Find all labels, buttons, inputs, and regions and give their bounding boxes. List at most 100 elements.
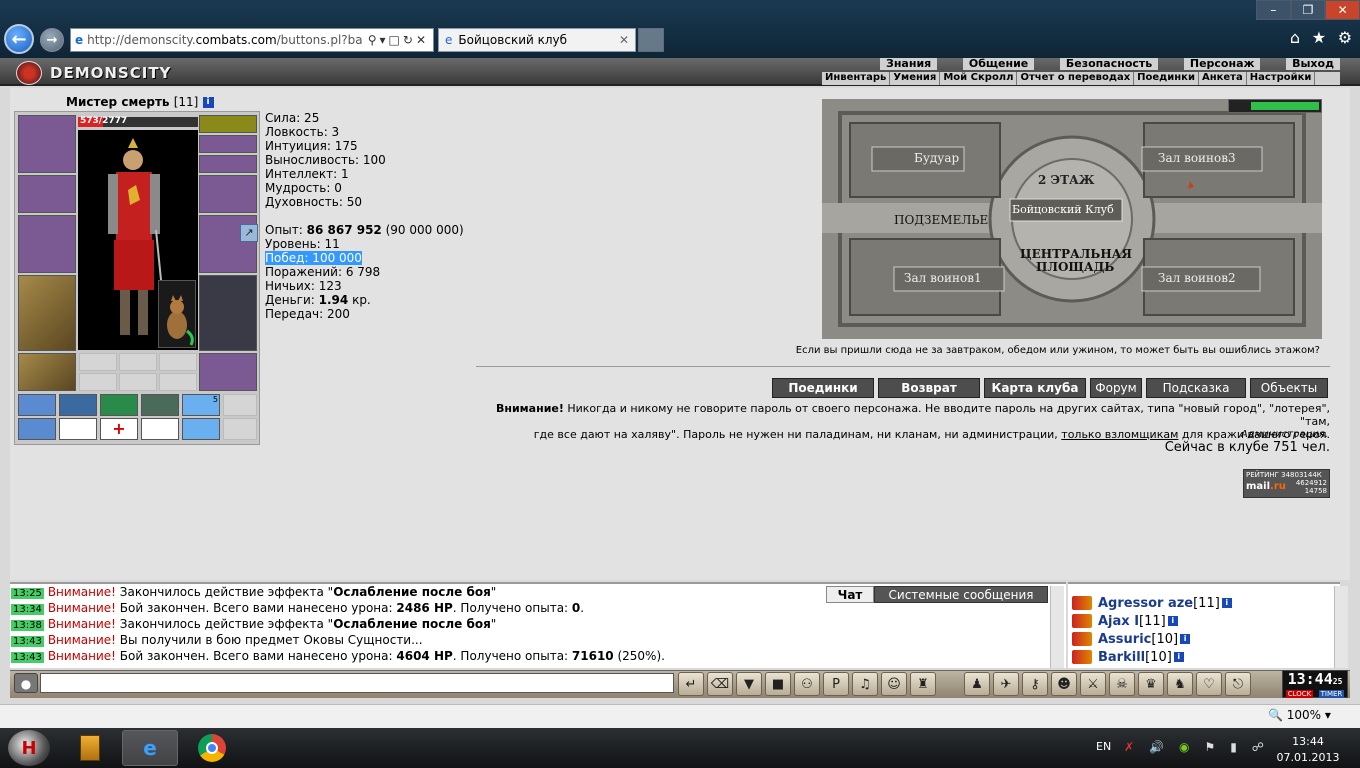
- trophy-icon[interactable]: ♛: [1138, 672, 1164, 696]
- scroll-slot[interactable]: [141, 418, 179, 440]
- menu-character[interactable]: Персонаж: [1183, 58, 1261, 70]
- address-bar[interactable]: e http://demonscity. combats.com/buttons.…: [70, 28, 434, 52]
- submenu-profile[interactable]: Анкета: [1199, 72, 1247, 85]
- list-item[interactable]: Ajax I [11] i: [1068, 612, 1340, 630]
- taskbar-chrome-icon[interactable]: [184, 730, 240, 766]
- menu-exit[interactable]: Выход: [1286, 58, 1340, 70]
- filter-icon[interactable]: ▼: [736, 672, 762, 696]
- map-room-warriors2[interactable]: Зал воинов2: [1158, 271, 1236, 285]
- duels-button[interactable]: Поединки: [772, 378, 874, 398]
- helmet-slot[interactable]: [18, 115, 76, 173]
- maximize-icon[interactable]: ❐: [1290, 0, 1326, 20]
- settings-gear-icon[interactable]: ⚙: [1338, 28, 1352, 50]
- map-dungeon[interactable]: ПОДЗЕМЕЛЬЕ: [894, 213, 988, 227]
- return-button[interactable]: Возврат: [878, 378, 980, 398]
- menu-security[interactable]: Безопасность: [1059, 58, 1159, 70]
- save-icon[interactable]: ■: [765, 672, 791, 696]
- chat-users-icon[interactable]: ♡: [1196, 672, 1222, 696]
- empty-slot[interactable]: [159, 353, 197, 371]
- scroll-slot[interactable]: [18, 394, 56, 416]
- submenu-skills[interactable]: Умения: [890, 72, 941, 85]
- earring-slot[interactable]: [199, 115, 257, 133]
- rings-slot[interactable]: [199, 155, 257, 173]
- close-window-icon[interactable]: ✕: [1325, 0, 1360, 20]
- map-room-budoir[interactable]: Будуар: [914, 151, 959, 165]
- forward-button[interactable]: →: [40, 28, 64, 52]
- signal-icon[interactable]: ▮: [1230, 740, 1237, 756]
- tab-system-messages[interactable]: Системные сообщения: [874, 586, 1048, 603]
- info-icon[interactable]: i: [1167, 616, 1178, 626]
- map-central-square-1[interactable]: ЦЕНТРАЛЬНАЯ: [1020, 247, 1132, 261]
- chat-time[interactable]: 13:38: [11, 620, 44, 631]
- info-icon[interactable]: i: [202, 97, 214, 108]
- chat-time[interactable]: 13:43: [11, 652, 44, 663]
- volume-icon[interactable]: 🔊: [1149, 740, 1164, 756]
- list-item[interactable]: Agressor aze [11] i: [1068, 594, 1340, 612]
- system-clock[interactable]: 13:44 07.01.2013: [1276, 734, 1340, 766]
- chat-scrollbar[interactable]: [1050, 586, 1064, 668]
- sound-icon[interactable]: ♫: [852, 672, 878, 696]
- scroll-slot[interactable]: [18, 418, 56, 440]
- tab-active[interactable]: e Бойцовский клуб ✕: [438, 28, 636, 52]
- forum-button[interactable]: Форум: [1090, 378, 1142, 398]
- online-list-scrollbar[interactable]: [1334, 586, 1348, 668]
- club-map[interactable]: Будуар Зал воинов3 2 ЭТАЖ Бойцовский Клу…: [822, 99, 1322, 339]
- tab-close-icon[interactable]: ✕: [619, 33, 629, 47]
- skull-icon[interactable]: ☠: [1109, 672, 1135, 696]
- map-club[interactable]: Бойцовский Клуб: [1012, 203, 1114, 216]
- user-name[interactable]: Barkill: [1098, 650, 1145, 665]
- empty-slot[interactable]: [159, 373, 197, 391]
- submenu-settings[interactable]: Настройки: [1247, 72, 1316, 85]
- fight-icon[interactable]: ⚔: [1080, 672, 1106, 696]
- empty-slot[interactable]: [79, 353, 117, 371]
- empty-slot[interactable]: [119, 373, 157, 391]
- info-icon[interactable]: i: [1173, 652, 1184, 662]
- empty-scroll-slot[interactable]: [223, 418, 257, 440]
- expand-arrow-icon[interactable]: ↗: [240, 224, 258, 242]
- bracers-slot[interactable]: [18, 175, 76, 213]
- mask-icon[interactable]: ☻: [1051, 672, 1077, 696]
- heal-cross-icon[interactable]: +: [100, 418, 138, 440]
- address-tools-icons[interactable]: ⚲▾□↻✕: [368, 33, 429, 47]
- helmet-icon[interactable]: ♜: [910, 672, 936, 696]
- nvidia-icon[interactable]: ◉: [1179, 740, 1189, 756]
- minimize-icon[interactable]: –: [1256, 0, 1291, 20]
- chat-time[interactable]: 13:34: [11, 604, 44, 615]
- submenu-scroll[interactable]: Мой Скролл: [940, 72, 1018, 85]
- map-room-warriors1[interactable]: Зал воинов1: [904, 271, 982, 285]
- boots-slot[interactable]: [199, 353, 257, 391]
- objects-button[interactable]: Объекты: [1250, 378, 1328, 398]
- tab-chat[interactable]: Чат: [826, 586, 874, 603]
- timer-label[interactable]: TIMER: [1318, 690, 1345, 698]
- private-icon[interactable]: P: [823, 672, 849, 696]
- run-icon[interactable]: ✈: [993, 672, 1019, 696]
- submenu-transfers[interactable]: Отчет о переводах: [1017, 72, 1135, 85]
- chat-time[interactable]: 13:43: [11, 636, 44, 647]
- taskbar-explorer-icon[interactable]: [62, 730, 118, 766]
- menu-knowledge[interactable]: Знания: [880, 58, 938, 70]
- necklace-slot[interactable]: [199, 135, 257, 153]
- chat-input[interactable]: [40, 673, 674, 693]
- group-icon[interactable]: ♞: [1167, 672, 1193, 696]
- leggings-slot[interactable]: [199, 275, 257, 351]
- language-indicator[interactable]: EN: [1096, 740, 1111, 753]
- bag-icon[interactable]: ⚷: [1022, 672, 1048, 696]
- club-map-button[interactable]: Карта клуба: [984, 378, 1086, 398]
- chat-mode-icon[interactable]: ●: [14, 673, 38, 693]
- empty-slot[interactable]: [79, 373, 117, 391]
- zoom-control[interactable]: 🔍 100% ▾: [1268, 708, 1331, 722]
- armor-slot[interactable]: [18, 275, 76, 351]
- taskbar-ie-icon[interactable]: e: [122, 730, 178, 766]
- scroll-slot[interactable]: [59, 394, 97, 416]
- scroll-slot[interactable]: 5: [182, 394, 220, 416]
- smiley-icon[interactable]: ☺: [881, 672, 907, 696]
- map-central-square-2[interactable]: ПЛОЩАДЬ: [1036, 260, 1114, 274]
- scroll-slot[interactable]: [182, 418, 220, 440]
- list-item[interactable]: Assuric [10] i: [1068, 630, 1340, 648]
- menu-social[interactable]: Общение: [962, 58, 1035, 70]
- map-room-warriors3[interactable]: Зал воинов3: [1158, 151, 1236, 165]
- user-name[interactable]: Agressor aze: [1098, 596, 1193, 611]
- weapon-slot[interactable]: [18, 215, 76, 273]
- network-icon[interactable]: ✗: [1124, 740, 1134, 756]
- flag-icon[interactable]: ⚑: [1204, 740, 1215, 756]
